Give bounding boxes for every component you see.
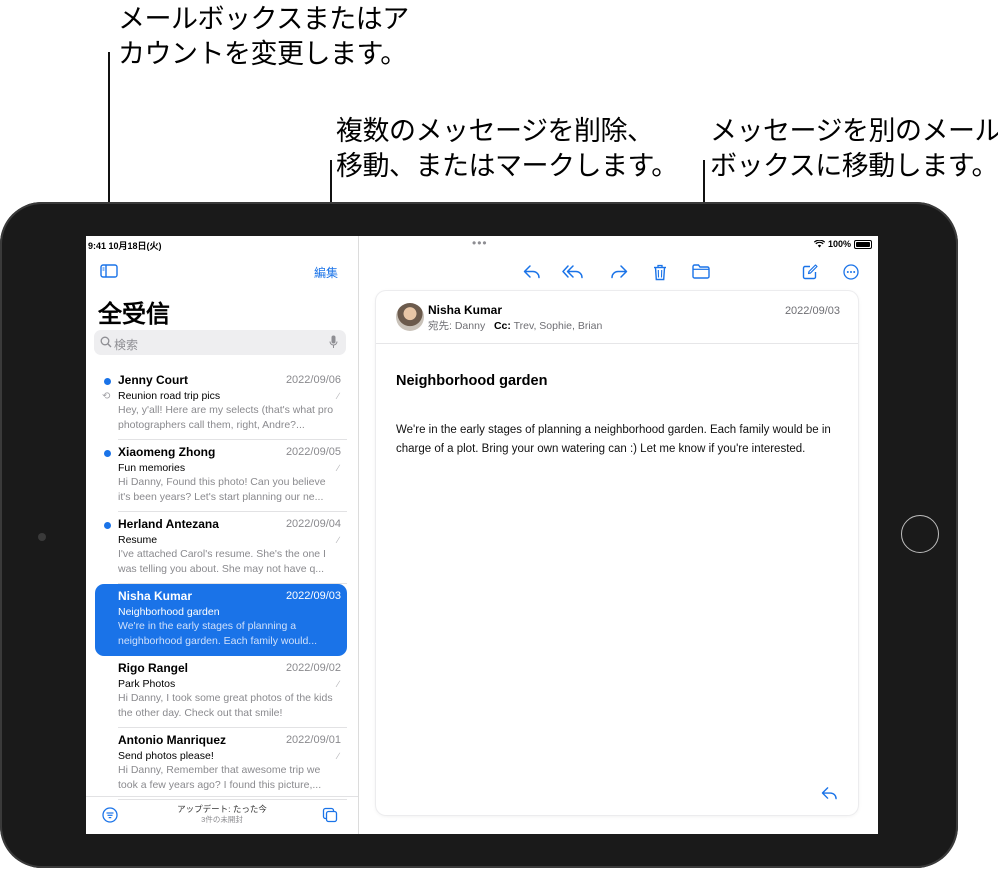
compose-button[interactable] xyxy=(802,264,818,280)
mail-sender: Nisha Kumar xyxy=(118,589,193,603)
unread-dot xyxy=(104,522,111,529)
replied-icon: ⟲ xyxy=(102,391,111,402)
battery-icon xyxy=(854,239,872,249)
header-divider xyxy=(376,343,858,344)
search-placeholder: 検索 xyxy=(114,338,139,352)
front-camera xyxy=(38,533,46,541)
mail-preview: I've attached Carol's resume. She's the … xyxy=(118,548,326,575)
callout-edit-line1: 複数のメッセージを削除、 xyxy=(336,116,654,147)
mail-date: 2022/09/02 xyxy=(285,662,341,674)
stack-icon xyxy=(322,807,338,823)
compose-icon xyxy=(802,264,818,280)
mail-subject: Fun memories xyxy=(118,462,186,474)
forward-button[interactable] xyxy=(610,264,628,280)
mail-list-item[interactable]: Antonio Manriquez 2022/09/01 Send photos p… xyxy=(95,728,347,800)
attachment-icon: ∕ xyxy=(337,751,339,761)
trash-icon xyxy=(654,264,666,281)
quick-reply-button[interactable] xyxy=(821,786,838,801)
status-time: 9:41 10月18日(火) xyxy=(88,241,162,251)
search-icon xyxy=(100,336,112,348)
move-to-folder-button[interactable] xyxy=(692,264,710,279)
multitask-dots[interactable]: ••• xyxy=(472,236,488,250)
callout-mailbox: メールボックスまたはア カウントを変更します。 xyxy=(118,2,409,72)
mail-preview: We're in the early stages of planning a … xyxy=(118,620,318,647)
callout-mailbox-line1: メールボックスまたはア xyxy=(118,4,409,35)
mail-subject: Neighborhood garden xyxy=(118,606,220,618)
sidebar-footer: アップデート: たった今 3件の未開封 xyxy=(86,796,358,834)
callout-move: メッセージを別のメール ボックスに移動します。 xyxy=(710,114,998,184)
message-subject: Neighborhood garden xyxy=(396,373,548,389)
attachment-icon: ∕ xyxy=(337,535,339,545)
more-icon xyxy=(843,264,859,280)
microphone-icon[interactable] xyxy=(329,335,338,349)
attachment-icon: ∕ xyxy=(337,391,339,401)
mail-date: 2022/09/03 xyxy=(285,590,341,602)
mail-date: 2022/09/01 xyxy=(285,734,341,746)
callout-move-line1: メッセージを別のメール xyxy=(710,116,998,147)
trash-button[interactable] xyxy=(653,264,667,281)
mail-sender: Herland Antezana xyxy=(118,517,219,531)
battery-percent: 100% xyxy=(827,239,851,249)
mail-list-item[interactable]: Xiaomeng Zhong 2022/09/05 Fun memories ∕ Hi … xyxy=(95,440,347,512)
mail-sender: Jenny Court xyxy=(118,373,189,387)
mailbox-stack-button[interactable] xyxy=(322,807,338,823)
screen: 9:41 10月18日(火) ••• 100% 編集 全受信 検索 ⟲ Jenn… xyxy=(86,236,878,834)
mail-list-item[interactable]: Nisha Kumar 2022/09/03 Neighborhood garden… xyxy=(95,584,347,656)
callout-edit-line2: 移動、またはマークします。 xyxy=(336,151,678,182)
mail-sender: Xiaomeng Zhong xyxy=(118,445,216,459)
sidebar-toggle-button[interactable] xyxy=(100,264,118,278)
mail-date: 2022/09/04 xyxy=(285,518,341,530)
attachment-icon: ∕ xyxy=(337,679,339,689)
message-detail: Nisha Kumar 宛先: Danny Cc: Trev, Sophie, … xyxy=(376,291,858,815)
unread-count: 3件の未開封 xyxy=(201,815,243,824)
more-button[interactable] xyxy=(843,264,859,280)
mail-sender: Antonio Manriquez xyxy=(118,733,226,747)
forward-icon xyxy=(611,265,628,279)
mail-date: 2022/09/05 xyxy=(285,446,341,458)
reply-all-icon xyxy=(562,265,583,279)
avatar[interactable] xyxy=(396,303,424,331)
folder-icon xyxy=(692,264,710,279)
status-right: 100% xyxy=(813,239,872,249)
mail-preview: Hi Danny, I took some great photos of th… xyxy=(118,692,333,719)
unread-dot xyxy=(104,378,111,385)
mail-subject: Reunion road trip pics xyxy=(118,390,221,402)
mail-list-item[interactable]: ⟲ Jenny Court 2022/09/06 Reunion road trip … xyxy=(95,368,347,440)
message-body: We're in the early stages of planning a … xyxy=(396,424,831,455)
search-field[interactable]: 検索 xyxy=(94,330,346,355)
unread-dot xyxy=(104,450,111,457)
mail-subject: Park Photos xyxy=(118,678,176,690)
callout-move-line2: ボックスに移動します。 xyxy=(710,151,998,182)
mail-subject: Send photos please! xyxy=(118,750,214,762)
callout-edit: 複数のメッセージを削除、 移動、またはマークします。 xyxy=(336,114,678,184)
mail-preview: Hi Danny, Found this photo! Can you beli… xyxy=(118,476,326,503)
mail-list-item[interactable]: Herland Antezana 2022/09/04 Resume ∕ I've at… xyxy=(95,512,347,584)
status-bar: 9:41 10月18日(火) ••• 100% xyxy=(86,236,878,256)
mail-preview: Hi Danny, Remember that awesome trip we … xyxy=(118,764,322,791)
mail-list-item[interactable]: Rigo Rangel 2022/09/02 Park Photos ∕ Hi Dann… xyxy=(95,656,347,728)
home-button[interactable] xyxy=(901,515,939,553)
reply-icon xyxy=(821,787,837,800)
mail-subject: Resume xyxy=(118,534,158,546)
edit-button[interactable]: 編集 xyxy=(314,264,338,281)
pane-divider xyxy=(358,236,359,834)
wifi-icon xyxy=(813,240,825,248)
mail-sender: Rigo Rangel xyxy=(118,661,189,675)
recipients[interactable]: 宛先: Danny Cc: Trev, Sophie, Brian xyxy=(428,318,602,333)
message-date: 2022/09/03 xyxy=(784,305,840,317)
reply-button[interactable] xyxy=(523,264,541,280)
mail-preview: Hey, y'all! Here are my selects (that's … xyxy=(118,404,334,431)
sidebar-toggle-icon xyxy=(100,264,118,278)
sender-name[interactable]: Nisha Kumar xyxy=(428,303,502,317)
ipad-device: 9:41 10月18日(火) ••• 100% 編集 全受信 検索 ⟲ Jenn… xyxy=(0,202,958,868)
reply-icon xyxy=(523,265,540,279)
callout-mailbox-line2: カウントを変更します。 xyxy=(118,39,407,70)
attachment-icon: ∕ xyxy=(337,463,339,473)
mailbox-sidebar: 編集 全受信 検索 ⟲ Jenny Court 2022/09/06 Reunion … xyxy=(86,256,358,834)
reply-all-button[interactable] xyxy=(562,264,584,280)
mail-date: 2022/09/06 xyxy=(285,374,341,386)
page-title: 全受信 xyxy=(98,301,170,328)
